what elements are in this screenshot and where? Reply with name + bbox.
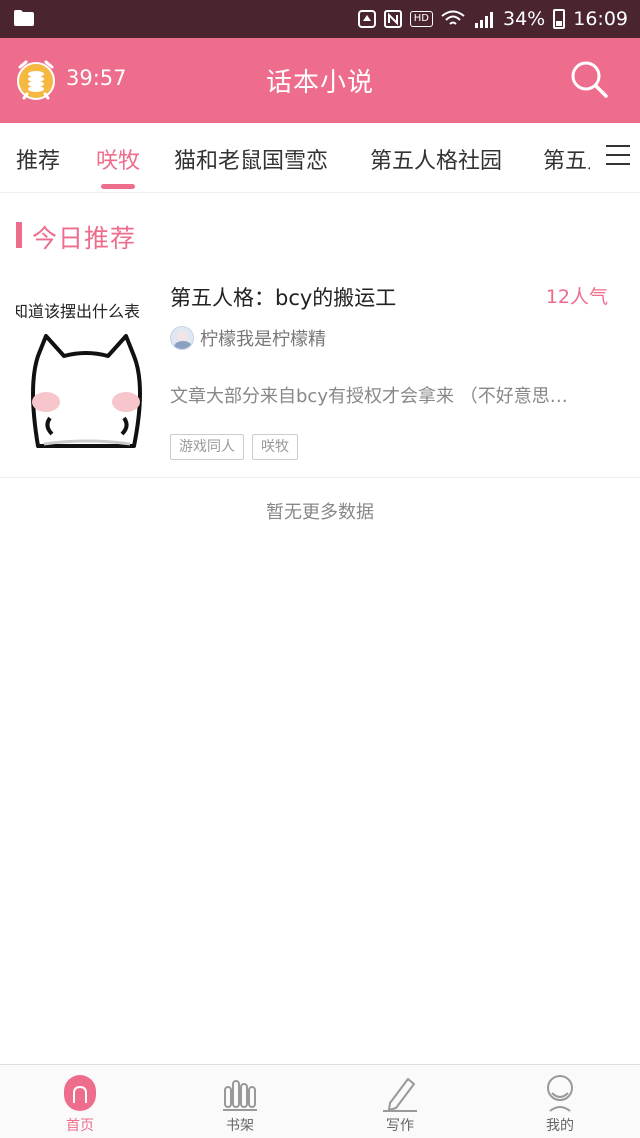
nav-bookshelf[interactable]: 书架	[160, 1065, 320, 1138]
nfc-icon	[383, 10, 402, 28]
battery-percent: 34%	[503, 8, 546, 30]
cat-illustration	[31, 334, 142, 448]
nav-label: 首页	[66, 1118, 94, 1134]
nav-home[interactable]: 首页	[0, 1065, 160, 1138]
status-bar: HD 34% 16:09	[0, 0, 640, 38]
book-title[interactable]: 第五人格：bcy的搬运工	[170, 282, 396, 312]
battery-icon	[553, 9, 566, 29]
book-list-item[interactable]: 知道该摆出什么表 第五人格：bcy的搬运工 12人气 柠檬我是柠檬精 文章大部分…	[0, 266, 640, 478]
app-title: 话本小说	[265, 68, 374, 98]
book-summary: 文章大部分来自bcy有授权才会拿来 （不好意思…	[170, 386, 568, 407]
popularity-count: 12人气	[545, 286, 608, 308]
category-tab-bar: 推荐 咲牧 猫和老鼠国雪恋 第五人格社园 第五人	[0, 123, 640, 193]
bottom-nav: 首页 书架 写作 我的	[0, 1064, 640, 1138]
profile-icon	[547, 1075, 573, 1112]
avatar	[170, 326, 194, 350]
book-cover[interactable]: 知道该摆出什么表	[16, 282, 156, 458]
hd-badge: HD	[409, 11, 433, 27]
tab-recommend[interactable]: 推荐	[16, 143, 60, 175]
wifi-icon	[441, 10, 465, 25]
tab-indicator	[101, 184, 135, 189]
home-icon	[64, 1075, 96, 1111]
author-name: 柠檬我是柠檬精	[200, 329, 326, 350]
app-header: 39:57 话本小说	[0, 38, 640, 123]
tab-identity-v-club[interactable]: 第五人格社园	[370, 143, 502, 175]
pen-icon	[383, 1078, 417, 1112]
tab-xiaomu[interactable]: 咲牧	[96, 143, 140, 175]
clock: 16:09	[573, 8, 628, 30]
nav-write[interactable]: 写作	[320, 1065, 480, 1138]
tag[interactable]: 咲牧	[252, 434, 298, 460]
nav-label: 我的	[546, 1118, 574, 1134]
search-icon[interactable]	[568, 58, 610, 100]
nav-label: 写作	[386, 1118, 414, 1134]
folder-icon	[14, 10, 34, 26]
tag[interactable]: 游戏同人	[170, 434, 244, 460]
section-title: 今日推荐	[32, 224, 137, 253]
recycle-icon	[357, 10, 376, 28]
bookshelf-icon	[223, 1080, 257, 1111]
no-more-data-message: 暂无更多数据	[266, 502, 374, 523]
signal-icon	[475, 12, 493, 28]
tag-list: 游戏同人 咲牧	[170, 434, 298, 460]
nav-profile[interactable]: 我的	[480, 1065, 640, 1138]
section-accent-bar	[16, 222, 22, 248]
cover-caption: 知道该摆出什么表	[16, 302, 141, 321]
menu-icon[interactable]	[606, 145, 630, 169]
nav-label: 书架	[226, 1118, 254, 1134]
tab-tom-and-jerry[interactable]: 猫和老鼠国雪恋	[174, 143, 328, 175]
author-row[interactable]: 柠檬我是柠檬精	[170, 324, 326, 352]
